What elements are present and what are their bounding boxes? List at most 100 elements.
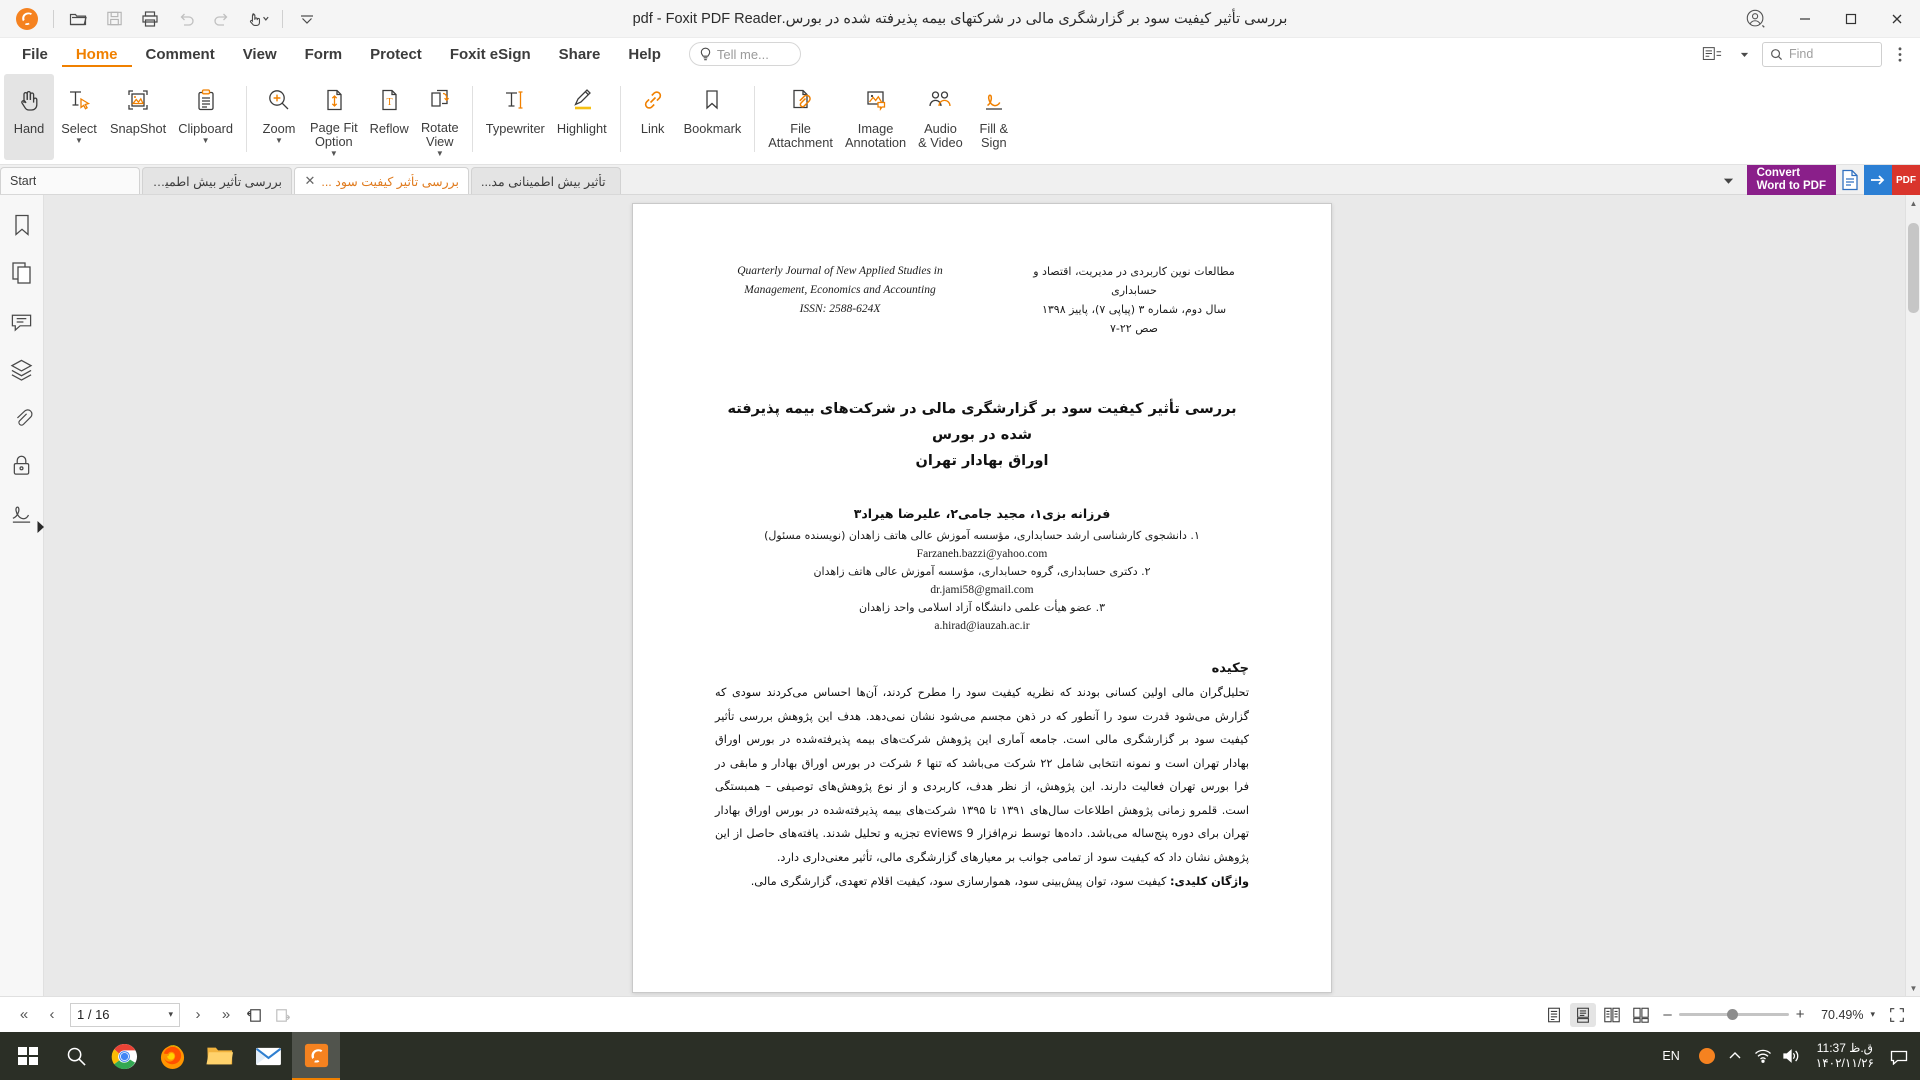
zoom-dropdown-caret-icon[interactable]: ▾ xyxy=(1870,1009,1875,1020)
fill-sign-button[interactable]: Fill & Sign xyxy=(969,74,1019,160)
previous-view-button[interactable] xyxy=(240,1002,268,1028)
link-button[interactable]: Link xyxy=(628,74,678,160)
first-page-button[interactable]: « xyxy=(10,1002,38,1028)
menu-form[interactable]: Form xyxy=(291,42,357,67)
convert-pdf-icon[interactable]: PDF xyxy=(1892,165,1920,195)
page-fit-option-button[interactable]: Page Fit Option ▼ xyxy=(304,74,364,160)
language-indicator[interactable]: EN xyxy=(1650,1049,1691,1063)
print-button[interactable] xyxy=(133,5,167,33)
convert-doc-icon[interactable] xyxy=(1836,165,1864,195)
signature-icon[interactable] xyxy=(8,499,36,527)
clipboard-caret-icon[interactable]: ▼ xyxy=(202,137,210,145)
security-icon[interactable] xyxy=(8,451,36,479)
rotate-view-button[interactable]: Rotate View ▼ xyxy=(415,74,465,160)
scroll-down-arrow-icon[interactable]: ▼ xyxy=(1906,980,1920,996)
typewriter-button[interactable]: Typewriter xyxy=(480,74,551,160)
zoom-caret-icon[interactable]: ▼ xyxy=(275,137,283,145)
bookmark-button[interactable]: Bookmark xyxy=(678,74,748,160)
customize-toolbar-button[interactable] xyxy=(290,5,324,33)
start-icon[interactable] xyxy=(4,1032,52,1080)
tab-list-dropdown[interactable] xyxy=(1717,167,1740,194)
search-icon[interactable] xyxy=(52,1032,100,1080)
audio-video-button[interactable]: Audio & Video xyxy=(912,74,969,160)
scrollbar-thumb[interactable] xyxy=(1908,223,1919,313)
vertical-scrollbar[interactable]: ▲ ▼ xyxy=(1905,195,1920,996)
clipboard-button[interactable]: Clipboard ▼ xyxy=(172,74,239,160)
image-annotation-button[interactable]: Image Annotation xyxy=(839,74,912,160)
zoom-slider-knob[interactable] xyxy=(1727,1009,1738,1020)
menu-home[interactable]: Home xyxy=(62,42,132,67)
tab-document-3[interactable]: تأثیر بیش اطمینانی مد... xyxy=(471,167,621,194)
page-number-input[interactable]: 1 / 16 ▾ xyxy=(70,1003,180,1027)
undo-button[interactable] xyxy=(169,5,203,33)
attachments-icon[interactable] xyxy=(8,403,36,431)
next-view-button[interactable] xyxy=(268,1002,296,1028)
comments-icon[interactable] xyxy=(8,307,36,335)
previous-page-button[interactable]: ‹ xyxy=(38,1002,66,1028)
menu-share[interactable]: Share xyxy=(545,42,615,67)
tab-start[interactable]: Start xyxy=(0,167,140,194)
foxit-reader-icon[interactable] xyxy=(292,1032,340,1080)
menu-view[interactable]: View xyxy=(229,42,291,67)
maximize-button[interactable] xyxy=(1828,0,1874,38)
menu-comment[interactable]: Comment xyxy=(132,42,229,67)
convert-word-to-pdf-banner[interactable]: Convert Word to PDF PDF xyxy=(1747,165,1920,195)
mail-icon[interactable] xyxy=(244,1032,292,1080)
highlight-button[interactable]: Highlight xyxy=(551,74,613,160)
notifications-icon[interactable] xyxy=(1886,1032,1912,1080)
text-view-icon[interactable] xyxy=(1698,41,1726,67)
redo-button[interactable] xyxy=(205,5,239,33)
select-caret-icon[interactable]: ▼ xyxy=(75,137,83,145)
continuous-view-button[interactable] xyxy=(1570,1003,1596,1027)
next-page-button[interactable]: › xyxy=(184,1002,212,1028)
network-icon[interactable] xyxy=(1750,1032,1776,1080)
file-attachment-button[interactable]: File Attachment xyxy=(762,74,839,160)
account-icon[interactable] xyxy=(1730,0,1782,38)
tab-document-2-active[interactable]: ✕ بررسی تأثیر کیفیت سود ... xyxy=(294,167,469,194)
tab-document-1[interactable]: بررسی تأثیر بیش اطمینا... xyxy=(142,167,292,194)
menu-file[interactable]: File xyxy=(8,42,62,67)
layers-icon[interactable] xyxy=(8,355,36,383)
scroll-up-arrow-icon[interactable]: ▲ xyxy=(1906,195,1920,211)
pdf-viewport[interactable]: Quarterly Journal of New Applied Studies… xyxy=(44,195,1920,996)
page-fit-caret-icon[interactable]: ▼ xyxy=(330,150,338,158)
open-file-button[interactable] xyxy=(61,5,95,33)
menu-help[interactable]: Help xyxy=(614,42,675,67)
rotate-caret-icon[interactable]: ▼ xyxy=(436,150,444,158)
zoom-slider[interactable] xyxy=(1679,1013,1789,1016)
page-dropdown-caret-icon[interactable]: ▾ xyxy=(168,1009,173,1020)
minimize-button[interactable] xyxy=(1782,0,1828,38)
tell-me-input[interactable]: Tell me... xyxy=(689,42,801,66)
page-thumbnails-icon[interactable] xyxy=(8,259,36,287)
show-hidden-icons-icon[interactable] xyxy=(1722,1032,1748,1080)
tray-orange-dot-icon[interactable] xyxy=(1694,1032,1720,1080)
single-page-view-button[interactable] xyxy=(1541,1003,1567,1027)
hand-tool-button[interactable]: Hand xyxy=(4,74,54,160)
more-options-icon[interactable] xyxy=(1886,41,1914,67)
file-explorer-icon[interactable] xyxy=(196,1032,244,1080)
convert-arrow-icon[interactable] xyxy=(1864,165,1892,195)
facing-continuous-view-button[interactable] xyxy=(1628,1003,1654,1027)
taskbar-clock[interactable]: 11:37 ق.ظ ۱۴۰۲/۱۱/۲۶ xyxy=(1806,1041,1884,1071)
bookmarks-icon[interactable] xyxy=(8,211,36,239)
zoom-button[interactable]: Zoom ▼ xyxy=(254,74,304,160)
find-input[interactable]: Find xyxy=(1762,42,1882,67)
volume-icon[interactable] xyxy=(1778,1032,1804,1080)
last-page-button[interactable]: » xyxy=(212,1002,240,1028)
close-button[interactable] xyxy=(1874,0,1920,38)
fullscreen-button[interactable] xyxy=(1884,1003,1910,1027)
firefox-icon[interactable] xyxy=(148,1032,196,1080)
reflow-button[interactable]: T Reflow xyxy=(364,74,415,160)
menu-foxit-esign[interactable]: Foxit eSign xyxy=(436,42,545,67)
snapshot-button[interactable]: SnapShot xyxy=(104,74,172,160)
touch-mode-button[interactable] xyxy=(241,5,275,33)
save-button[interactable] xyxy=(97,5,131,33)
tab-close-icon[interactable]: ✕ xyxy=(304,173,315,189)
menu-protect[interactable]: Protect xyxy=(356,42,436,67)
text-view-caret-icon[interactable] xyxy=(1730,41,1758,67)
zoom-in-button[interactable]: + xyxy=(1796,1006,1805,1023)
facing-view-button[interactable] xyxy=(1599,1003,1625,1027)
select-tool-button[interactable]: Select ▼ xyxy=(54,74,104,160)
chrome-icon[interactable] xyxy=(100,1032,148,1080)
zoom-out-button[interactable]: – xyxy=(1663,1006,1671,1023)
